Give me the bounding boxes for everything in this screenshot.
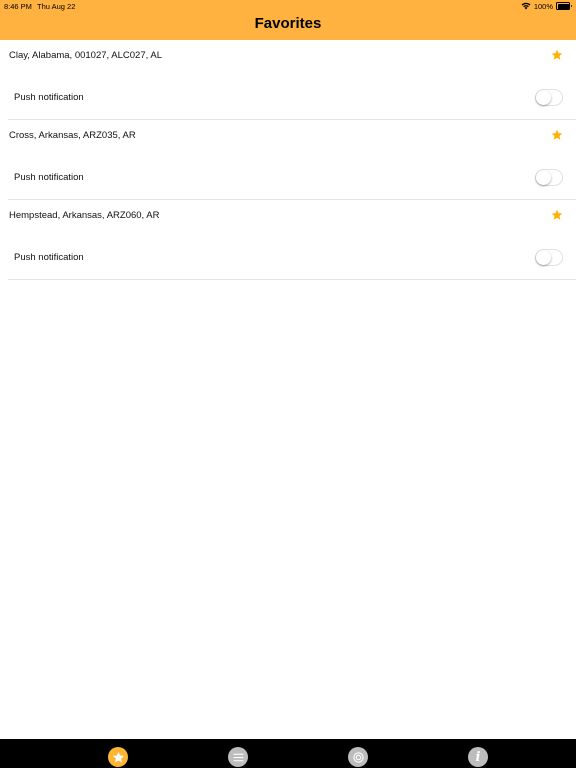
tab-list[interactable] (228, 747, 248, 767)
status-indicators: 100% (521, 1, 572, 11)
star-icon[interactable] (551, 129, 563, 141)
push-notification-toggle[interactable] (535, 89, 563, 106)
toggle-knob (536, 90, 551, 105)
list-icon (233, 753, 243, 761)
top-bar: 8:46 PM Thu Aug 22 100% Favorites (0, 0, 576, 40)
tab-location[interactable] (348, 747, 368, 767)
tab-favorites[interactable] (108, 747, 128, 767)
wifi-icon (521, 2, 531, 10)
push-notification-toggle[interactable] (535, 169, 563, 186)
tab-bar: i (0, 739, 576, 768)
push-notification-label: Push notification (14, 92, 84, 103)
star-icon[interactable] (551, 209, 563, 221)
star-icon (112, 751, 124, 763)
info-icon: i (475, 749, 481, 765)
favorite-title: Cross, Arkansas, ARZ035, AR (9, 130, 136, 141)
push-notification-label: Push notification (14, 252, 84, 263)
status-time: 8:46 PM (4, 2, 32, 11)
battery-icon (556, 2, 572, 10)
target-icon (352, 751, 364, 763)
toggle-knob (536, 250, 551, 265)
favorite-item: Hempstead, Arkansas, ARZ060, AR Push not… (8, 200, 576, 280)
page-title: Favorites (254, 15, 322, 32)
push-notification-toggle[interactable] (535, 249, 563, 266)
star-icon[interactable] (551, 49, 563, 61)
toggle-knob (536, 170, 551, 185)
favorite-title: Hempstead, Arkansas, ARZ060, AR (9, 210, 160, 221)
favorite-title: Clay, Alabama, 001027, ALC027, AL (9, 50, 162, 61)
favorite-item: Clay, Alabama, 001027, ALC027, AL Push n… (8, 40, 576, 120)
favorite-item: Cross, Arkansas, ARZ035, AR Push notific… (8, 120, 576, 200)
status-date: Thu Aug 22 (37, 2, 76, 11)
battery-percent: 100% (533, 1, 553, 11)
favorites-list: Clay, Alabama, 001027, ALC027, AL Push n… (0, 40, 576, 280)
tab-info[interactable]: i (468, 747, 488, 767)
push-notification-label: Push notification (14, 172, 84, 183)
